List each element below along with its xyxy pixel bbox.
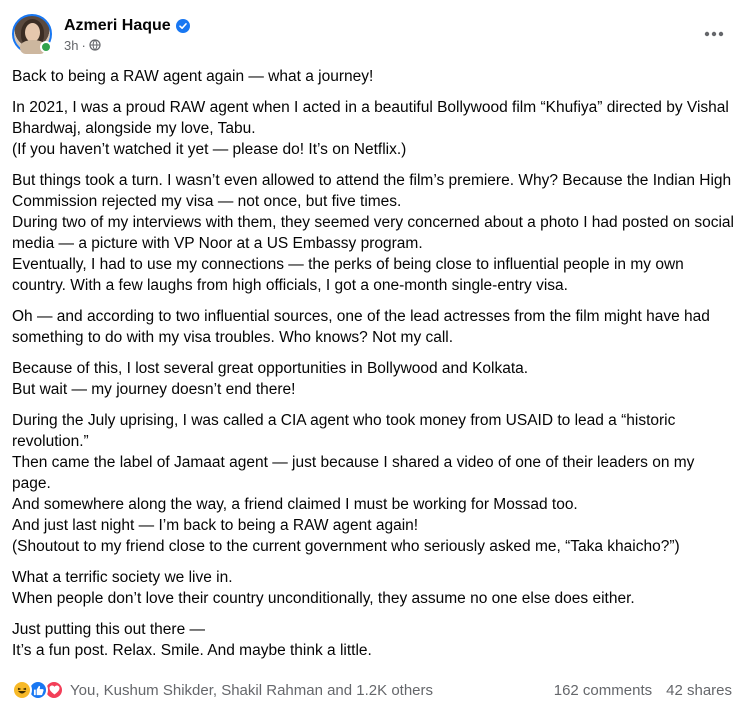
reaction-icons[interactable]	[12, 680, 64, 700]
post-paragraph: What a terrific society we live in. When …	[12, 567, 736, 609]
post-meta: Azmeri Haque 3h ·	[64, 16, 190, 53]
post-text-line: What a terrific society we live in.	[12, 569, 233, 586]
author-avatar[interactable]	[12, 14, 52, 54]
post-text-line: Then came the label of Jamaat agent — ju…	[12, 454, 695, 492]
post-body-text: Back to being a RAW agent again — what a…	[12, 66, 736, 671]
post-paragraph: Just putting this out there — It’s a fun …	[12, 619, 736, 661]
verified-badge-icon	[175, 18, 190, 33]
post-text-line: (If you haven’t watched it yet — please …	[12, 141, 407, 158]
author-name-row: Azmeri Haque	[64, 16, 190, 36]
globe-icon	[89, 39, 101, 51]
post-paragraph: Oh — and according to two influential so…	[12, 306, 736, 348]
online-status-indicator	[40, 41, 52, 53]
post-timestamp[interactable]: 3h	[64, 38, 78, 53]
post-text-line: Just putting this out there —	[12, 621, 205, 638]
shares-count[interactable]: 42 shares	[666, 682, 732, 699]
post-footer: You, Kushum Shikder, Shakil Rahman and 1…	[12, 678, 732, 702]
post-time-row: 3h ·	[64, 38, 190, 53]
post-text-line: During two of my interviews with them, t…	[12, 214, 734, 252]
post-text-line: In 2021, I was a proud RAW agent when I …	[12, 99, 729, 137]
time-separator: ·	[81, 37, 86, 53]
more-options-icon	[704, 31, 724, 37]
post-header: Azmeri Haque 3h ·	[12, 12, 732, 56]
post-paragraph: Back to being a RAW agent again — what a…	[12, 66, 736, 87]
comments-count[interactable]: 162 comments	[554, 682, 652, 699]
post-text-line: But things took a turn. I wasn’t even al…	[12, 172, 732, 210]
post-paragraph: During the July uprising, I was called a…	[12, 410, 736, 557]
post-text-line: And just last night — I’m back to being …	[12, 517, 419, 534]
more-options-button[interactable]	[696, 16, 732, 52]
post-stats: 162 comments 42 shares	[554, 682, 732, 699]
post-text-line: And somewhere along the way, a friend cl…	[12, 496, 578, 513]
post-text-line: But wait — my journey doesn’t end there!	[12, 381, 296, 398]
post-text-line: It’s a fun post. Relax. Smile. And maybe…	[12, 642, 372, 659]
facebook-post: Azmeri Haque 3h · Back to being a RAW ag…	[0, 0, 746, 716]
reactors-summary[interactable]: You, Kushum Shikder, Shakil Rahman and 1…	[70, 682, 433, 699]
haha-reaction-icon	[12, 680, 32, 700]
post-paragraph: Because of this, I lost several great op…	[12, 358, 736, 400]
post-paragraph: But things took a turn. I wasn’t even al…	[12, 170, 736, 296]
post-paragraph: In 2021, I was a proud RAW agent when I …	[12, 97, 736, 160]
post-text-line: When people don’t love their country unc…	[12, 590, 635, 607]
post-text-line: During the July uprising, I was called a…	[12, 412, 676, 450]
post-text-line: Because of this, I lost several great op…	[12, 360, 529, 377]
post-text-line: Oh — and according to two influential so…	[12, 308, 710, 346]
post-text-line: Eventually, I had to use my connections …	[12, 256, 684, 294]
post-text-line: Back to being a RAW agent again — what a…	[12, 68, 374, 85]
post-text-line: (Shoutout to my friend close to the curr…	[12, 538, 680, 555]
author-name[interactable]: Azmeri Haque	[64, 17, 171, 35]
